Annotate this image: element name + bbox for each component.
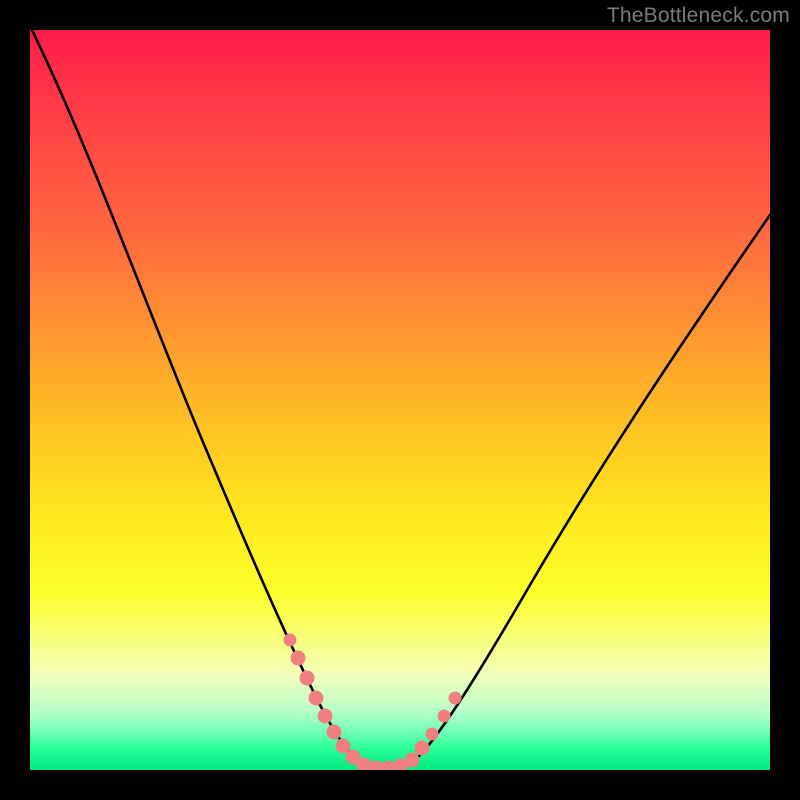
watermark-text: TheBottleneck.com [607, 4, 790, 28]
curve-path [32, 30, 770, 768]
annotation-cluster-bottom [357, 758, 407, 770]
annotation-cluster-left [284, 634, 360, 764]
bottleneck-curve [30, 30, 770, 770]
plot-area [30, 30, 770, 770]
annotation-cluster-right [405, 692, 461, 767]
chart-frame: TheBottleneck.com [0, 0, 800, 800]
